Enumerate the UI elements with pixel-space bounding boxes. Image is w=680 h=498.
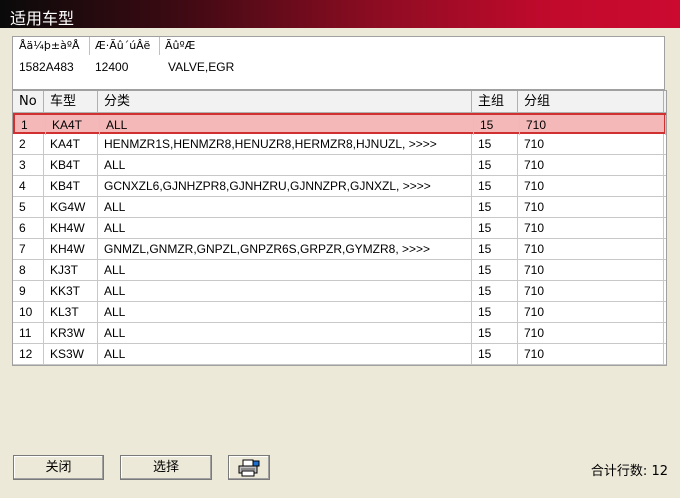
part-code-value: 12400 <box>95 60 129 74</box>
print-button[interactable] <box>228 455 270 480</box>
row-sub-group-cell: 710 <box>520 115 666 135</box>
column-header-category[interactable]: 分类 <box>98 91 472 112</box>
row-sub-group-cell: 710 <box>518 260 664 280</box>
table-row[interactable]: 12 KS3W ALL 15 710 <box>13 344 666 365</box>
row-no-cell: 6 <box>13 218 44 238</box>
row-model-cell: KB4T <box>44 155 98 175</box>
row-main-group-cell: 15 <box>472 323 518 343</box>
dialog-body: Åä¼þ±àºÅ Æ·Ãû´úÂë ÃûºÆ 1582A483 12400 VA… <box>2 28 676 496</box>
row-category-cell: ALL <box>98 155 472 175</box>
row-model-cell: KK3T <box>44 281 98 301</box>
row-model-cell: KH4W <box>44 218 98 238</box>
row-category-cell: ALL <box>98 260 472 280</box>
row-sub-group-cell: 710 <box>518 197 664 217</box>
row-no-cell: 8 <box>13 260 44 280</box>
row-main-group-cell: 15 <box>472 281 518 301</box>
part-name-header: ÃûºÆ <box>165 39 196 52</box>
table-row[interactable]: 6 KH4W ALL 15 710 <box>13 218 666 239</box>
table-row[interactable]: 3 KB4T ALL 15 710 <box>13 155 666 176</box>
row-model-cell: KS3W <box>44 344 98 364</box>
column-header-no[interactable]: No <box>13 91 44 112</box>
row-no-cell: 1 <box>15 115 46 135</box>
row-count-value: 12 <box>651 464 668 479</box>
row-main-group-cell: 15 <box>472 218 518 238</box>
row-model-cell: KJ3T <box>44 260 98 280</box>
row-no-cell: 4 <box>13 176 44 196</box>
part-info-header: Åä¼þ±àºÅ Æ·Ãû´úÂë ÃûºÆ <box>13 37 664 55</box>
row-category-cell: ALL <box>98 281 472 301</box>
row-model-cell: KB4T <box>44 176 98 196</box>
row-sub-group-cell: 710 <box>518 155 664 175</box>
row-no-cell: 12 <box>13 344 44 364</box>
row-main-group-cell: 15 <box>474 115 520 135</box>
window-title: 适用车型 <box>10 9 75 28</box>
row-category-cell: ALL <box>98 302 472 322</box>
row-sub-group-cell: 710 <box>518 134 664 154</box>
table-row[interactable]: 9 KK3T ALL 15 710 <box>13 281 666 302</box>
table-row[interactable]: 4 KB4T GCNXZL6,GJNHZPR8,GJNHZRU,GJNNZPR,GJ… <box>13 176 666 197</box>
column-header-sub-group[interactable]: 分组 <box>518 91 664 112</box>
table-row[interactable]: 8 KJ3T ALL 15 710 <box>13 260 666 281</box>
part-info-panel: Åä¼þ±àºÅ Æ·Ãû´úÂë ÃûºÆ 1582A483 12400 VA… <box>12 36 665 90</box>
row-main-group-cell: 15 <box>472 344 518 364</box>
row-no-cell: 10 <box>13 302 44 322</box>
table-header: No 车型 分类 主组 分组 <box>13 91 666 113</box>
row-model-cell: KA4T <box>46 115 100 135</box>
row-no-cell: 5 <box>13 197 44 217</box>
vehicle-table[interactable]: No 车型 分类 主组 分组 1 KA4T ALL 15 710 2 KA4T HENMZR1… <box>12 90 667 366</box>
column-header-model[interactable]: 车型 <box>44 91 98 112</box>
title-bar[interactable]: 适用车型 <box>0 0 680 28</box>
table-row[interactable]: 1 KA4T ALL 15 710 <box>13 113 666 135</box>
row-sub-group-cell: 710 <box>518 302 664 322</box>
row-no-cell: 11 <box>13 323 44 343</box>
row-main-group-cell: 15 <box>472 197 518 217</box>
row-category-cell: GNMZL,GNMZR,GNPZL,GNPZR6S,GRPZR,GYMZR8, … <box>98 239 472 259</box>
row-no-cell: 9 <box>13 281 44 301</box>
close-button[interactable]: 关闭 <box>13 455 104 480</box>
part-number-value: 1582A483 <box>19 60 74 74</box>
row-category-cell: GCNXZL6,GJNHZPR8,GJNHZRU,GJNNZPR,GJNXZL,… <box>98 176 472 196</box>
row-main-group-cell: 15 <box>472 239 518 259</box>
row-sub-group-cell: 710 <box>518 239 664 259</box>
column-header-main-group[interactable]: 主组 <box>472 91 518 112</box>
row-sub-group-cell: 710 <box>518 176 664 196</box>
table-row[interactable]: 5 KG4W ALL 15 710 <box>13 197 666 218</box>
row-category-cell: HENMZR1S,HENMZR8,HENUZR8,HERMZR8,HJNUZL,… <box>98 134 472 154</box>
printer-icon <box>237 459 261 481</box>
row-count-status: 合计行数: 12 <box>591 460 668 479</box>
row-main-group-cell: 15 <box>472 176 518 196</box>
part-name-value: VALVE,EGR <box>168 60 235 74</box>
row-main-group-cell: 15 <box>472 302 518 322</box>
row-model-cell: KA4T <box>44 134 98 154</box>
row-sub-group-cell: 710 <box>518 344 664 364</box>
row-model-cell: KR3W <box>44 323 98 343</box>
table-row[interactable]: 2 KA4T HENMZR1S,HENMZR8,HENUZR8,HERMZR8,HJ… <box>13 134 666 155</box>
row-model-cell: KH4W <box>44 239 98 259</box>
row-category-cell: ALL <box>98 344 472 364</box>
row-main-group-cell: 15 <box>472 260 518 280</box>
row-sub-group-cell: 710 <box>518 281 664 301</box>
row-no-cell: 2 <box>13 134 44 154</box>
row-category-cell: ALL <box>98 323 472 343</box>
table-row[interactable]: 10 KL3T ALL 15 710 <box>13 302 666 323</box>
row-no-cell: 3 <box>13 155 44 175</box>
part-number-header: Åä¼þ±àºÅ <box>19 39 80 52</box>
table-row[interactable]: 7 KH4W GNMZL,GNMZR,GNPZL,GNPZR6S,GRPZR,GYM… <box>13 239 666 260</box>
row-count-label: 合计行数: <box>590 464 648 479</box>
row-main-group-cell: 15 <box>472 155 518 175</box>
select-button[interactable]: 选择 <box>120 455 212 480</box>
row-category-cell: ALL <box>98 218 472 238</box>
row-category-cell: ALL <box>98 197 472 217</box>
row-model-cell: KG4W <box>44 197 98 217</box>
row-no-cell: 7 <box>13 239 44 259</box>
row-main-group-cell: 15 <box>472 134 518 154</box>
row-model-cell: KL3T <box>44 302 98 322</box>
part-code-header: Æ·Ãû´úÂë <box>95 39 151 52</box>
row-sub-group-cell: 710 <box>518 218 664 238</box>
table-row[interactable]: 11 KR3W ALL 15 710 <box>13 323 666 344</box>
row-category-cell: ALL <box>100 115 474 135</box>
row-sub-group-cell: 710 <box>518 323 664 343</box>
